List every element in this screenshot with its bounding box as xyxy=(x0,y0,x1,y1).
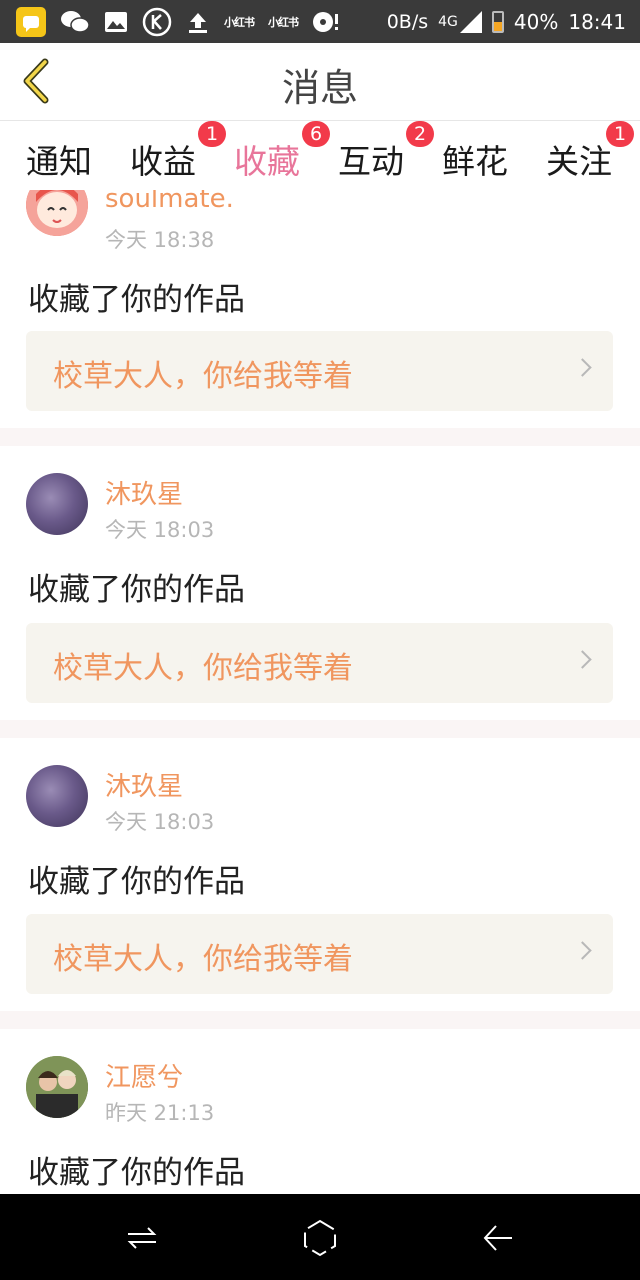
home-hexagon-icon xyxy=(304,1219,336,1257)
network-type: 4G xyxy=(438,13,458,30)
work-link[interactable]: 校草大人，你给我等着 xyxy=(26,331,613,411)
wechat-icon xyxy=(60,7,90,37)
username[interactable]: soulmate. xyxy=(105,190,234,214)
anime-avatar-icon xyxy=(26,190,88,236)
tab-notifications[interactable]: 通知 xyxy=(26,135,92,183)
username[interactable]: 沐玖星 xyxy=(105,766,183,803)
switch-icon xyxy=(127,1227,157,1249)
action-text: 收藏了你的作品 xyxy=(28,1155,245,1191)
clock: 18:41 xyxy=(568,9,626,34)
system-navigation-bar xyxy=(0,1194,640,1280)
tab-favorites[interactable]: 收藏 6 xyxy=(234,121,330,201)
work-title: 校草大人，你给我等着 xyxy=(53,359,353,394)
avatar[interactable] xyxy=(26,765,88,827)
home-button[interactable] xyxy=(298,1216,342,1260)
network-indicator: 4G xyxy=(438,10,482,33)
xiaohongshu-mark: 小红书 xyxy=(268,15,299,29)
unread-badge: 2 xyxy=(406,121,434,147)
tab-earnings[interactable]: 收益 1 xyxy=(130,121,226,183)
unread-badge: 1 xyxy=(198,121,226,147)
divider xyxy=(0,428,640,446)
tab-flowers[interactable]: 鲜花 xyxy=(442,135,508,183)
unread-badge: 6 xyxy=(302,121,330,147)
timestamp: 今天 18:38 xyxy=(105,228,215,252)
tab-interactions[interactable]: 互动 2 xyxy=(338,121,434,183)
disc-alert-icon xyxy=(312,7,340,37)
divider xyxy=(0,1011,640,1029)
unread-badge: 1 xyxy=(606,121,634,147)
battery-icon xyxy=(491,10,504,33)
chevron-right-icon xyxy=(573,358,592,377)
tab-label: 鲜花 xyxy=(442,142,508,181)
list-item: 沐玖星 今天 18:03 收藏了你的作品 校草大人，你给我等着 xyxy=(0,738,640,1012)
work-link[interactable]: 校草大人，你给我等着 xyxy=(26,914,613,994)
tab-bar: 通知 收益 1 收藏 6 互动 2 鲜花 关注 1 xyxy=(0,120,640,201)
divider xyxy=(0,720,640,738)
timestamp: 今天 18:03 xyxy=(105,518,215,542)
avatar[interactable] xyxy=(26,1056,88,1118)
tab-label: 收藏 xyxy=(234,142,300,181)
avatar[interactable] xyxy=(26,190,88,236)
work-title: 校草大人，你给我等着 xyxy=(53,651,353,686)
list-item: soulmate. 今天 18:38 收藏了你的作品 校草大人，你给我等着 xyxy=(0,190,640,428)
tab-label: 互动 xyxy=(338,142,404,181)
tab-label: 关注 xyxy=(546,142,612,181)
work-title: 校草大人，你给我等着 xyxy=(53,942,353,977)
timestamp: 今天 18:03 xyxy=(105,810,215,834)
recent-apps-button[interactable] xyxy=(120,1216,164,1260)
timestamp: 昨天 21:13 xyxy=(105,1101,215,1125)
battery-percent: 40% xyxy=(513,9,559,34)
tab-label: 收益 xyxy=(130,142,196,181)
chevron-right-icon xyxy=(573,941,592,960)
page-title: 消息 xyxy=(281,66,358,110)
tab-label: 通知 xyxy=(26,142,92,181)
action-text: 收藏了你的作品 xyxy=(28,864,245,900)
k-app-icon xyxy=(142,7,172,37)
upload-icon xyxy=(186,7,210,37)
list-item: 沐玖星 今天 18:03 收藏了你的作品 校草大人，你给我等着 xyxy=(0,446,640,720)
photo-avatar-icon xyxy=(26,1056,88,1118)
work-link[interactable]: 校草大人，你给我等着 xyxy=(26,623,613,703)
signal-icon xyxy=(459,10,482,33)
arrow-left-icon xyxy=(483,1225,512,1251)
network-speed: 0B/s xyxy=(386,10,429,33)
xiaohongshu-mark: 小红书 xyxy=(224,15,255,29)
tab-follows[interactable]: 关注 1 xyxy=(546,121,634,183)
image-icon xyxy=(104,7,128,37)
favorites-list[interactable]: soulmate. 今天 18:38 收藏了你的作品 校草大人，你给我等着 沐玖… xyxy=(0,190,640,1194)
back-nav-button[interactable] xyxy=(476,1216,520,1260)
username[interactable]: 沐玖星 xyxy=(105,474,183,511)
header: 消息 xyxy=(0,43,640,120)
username[interactable]: 江愿兮 xyxy=(105,1057,183,1094)
message-notification-icon xyxy=(16,6,46,37)
list-item: 江愿兮 昨天 21:13 收藏了你的作品 xyxy=(0,1029,640,1194)
avatar[interactable] xyxy=(26,473,88,535)
status-bar: 小红书 小红书 0B/s 4G 40% 18:41 xyxy=(0,0,640,43)
chevron-right-icon xyxy=(573,650,592,669)
action-text: 收藏了你的作品 xyxy=(28,572,245,608)
action-text: 收藏了你的作品 xyxy=(28,282,245,318)
